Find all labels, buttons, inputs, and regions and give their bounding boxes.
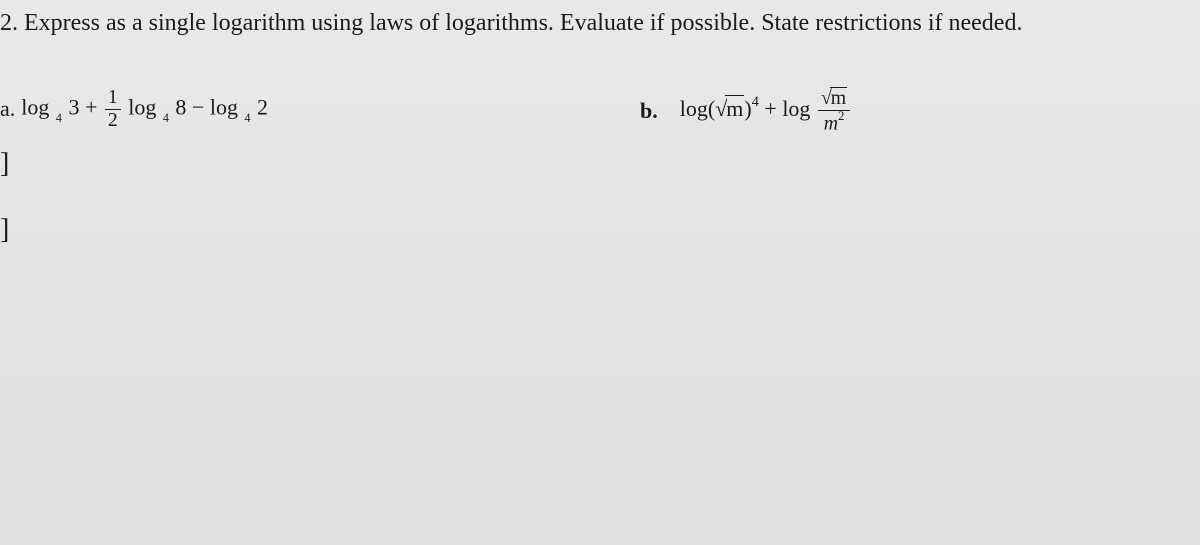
log-base: 4 <box>163 111 169 125</box>
part-b: b. log(√m)4 + log √m m2 <box>640 87 1200 135</box>
question-text: Express as a single logarithm using laws… <box>24 10 1022 36</box>
log-text: log <box>210 94 238 119</box>
question-number: 2. <box>0 10 18 36</box>
operand-2: 2 <box>257 94 268 119</box>
log-text: log <box>680 96 708 121</box>
sqrt-m-num: √m <box>821 87 847 110</box>
log-text: log <box>21 94 49 119</box>
sqrt-arg: m <box>725 95 744 122</box>
part-a: a. log 4 3 + 1 2 log 4 8 − log 4 <box>0 87 640 244</box>
frac-den: m2 <box>818 111 850 135</box>
sqrt-arg: m <box>830 87 847 110</box>
part-a-expression: log 4 3 + 1 2 log 4 8 − log 4 2 <box>21 87 268 132</box>
part-b-label: b. <box>640 98 658 124</box>
log-base: 4 <box>56 111 62 125</box>
minus-sign: − <box>192 94 204 119</box>
bracket-mark-2: ] <box>0 216 640 244</box>
plus-sign: + <box>85 94 97 119</box>
log-text: log <box>128 94 156 119</box>
log-base: 4 <box>244 111 250 125</box>
part-a-label: a. <box>0 96 15 122</box>
m-base: m <box>824 112 838 134</box>
sqrt-m: √m <box>715 95 744 122</box>
frac-den: 2 <box>105 110 121 132</box>
frac-num: √m <box>818 87 850 111</box>
exponent-4: 4 <box>752 94 759 110</box>
parts-row: a. log 4 3 + 1 2 log 4 8 − log 4 <box>0 87 1200 244</box>
worksheet-container: 2. Express as a single logarithm using l… <box>0 0 1200 244</box>
fraction-half: 1 2 <box>105 87 121 132</box>
rparen: ) <box>744 96 751 121</box>
log-text: log <box>782 96 810 121</box>
bracket-mark-1: ] <box>0 150 640 178</box>
operand-8: 8 <box>175 94 186 119</box>
fraction-sqrtm-over-m2: √m m2 <box>818 87 850 135</box>
operand-3: 3 <box>68 94 79 119</box>
plus-sign: + <box>764 96 776 121</box>
lparen: ( <box>708 96 715 121</box>
part-b-expression: log(√m)4 + log √m m2 <box>680 87 852 135</box>
frac-num: 1 <box>105 87 121 110</box>
question-prompt: 2. Express as a single logarithm using l… <box>0 10 1200 37</box>
m-exp: 2 <box>838 109 844 123</box>
